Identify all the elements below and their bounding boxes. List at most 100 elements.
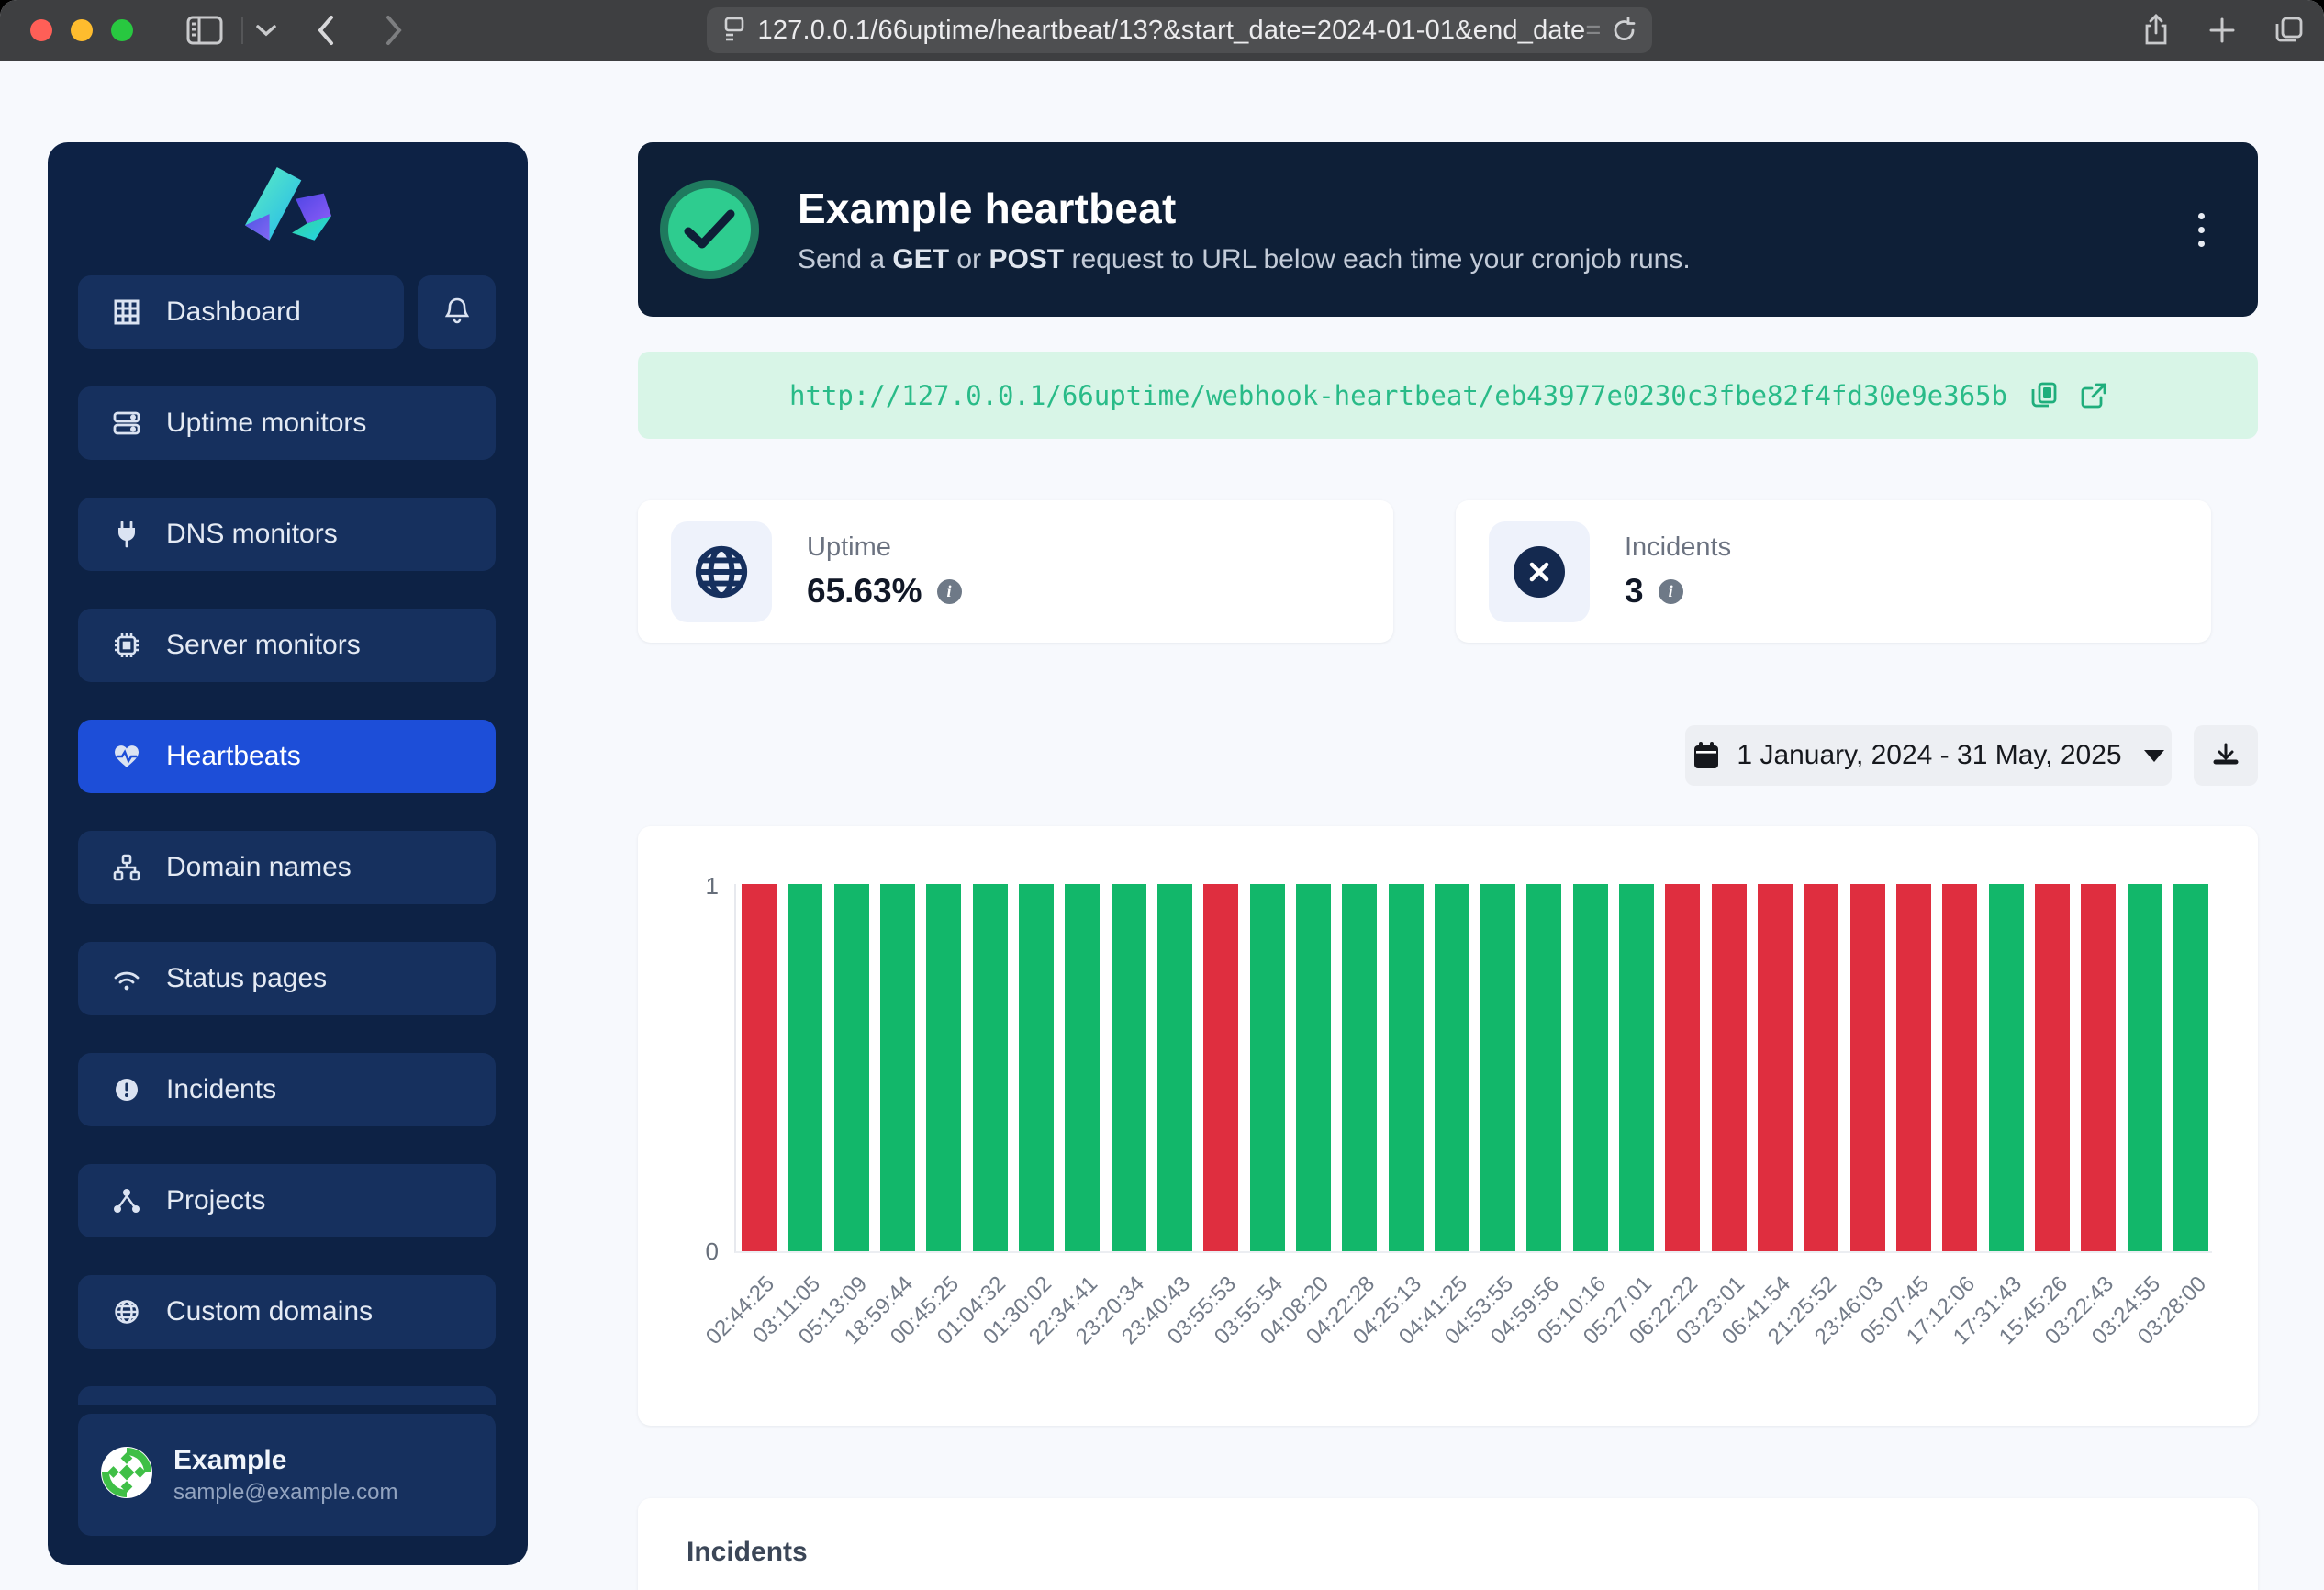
chart-bar-down[interactable] [2035,884,2070,1251]
tab-overview-icon[interactable] [2274,16,2304,45]
page-title: Example heartbeat [798,184,2181,233]
info-icon[interactable]: i [937,579,962,604]
sitemap-icon [111,854,142,881]
sidebar-item-heartbeats[interactable]: Heartbeats [78,720,496,793]
chart-bar-up[interactable] [1019,884,1054,1251]
uptime-value: 65.63% [807,572,922,610]
info-icon[interactable]: i [1659,579,1683,604]
sidebar-item-label: Status pages [166,963,327,994]
globe-icon [111,1299,142,1325]
browser-window: 127.0.0.1/66uptime/heartbeat/13?&start_d… [0,0,2324,1590]
page-subtitle: Send a GET or POST request to URL below … [798,244,2181,275]
chart-bar-up[interactable] [1389,884,1424,1251]
chart-bar-up[interactable] [2128,884,2162,1251]
sidebar-item-server-monitors[interactable]: Server monitors [78,609,496,682]
chart-bar-up[interactable] [1526,884,1561,1251]
sidebar-item-dashboard[interactable]: Dashboard [78,275,404,349]
chart-bar-up[interactable] [1989,884,2024,1251]
exclamation-circle-icon [111,1077,142,1103]
sidebar-item-label: DNS monitors [166,519,338,550]
sidebar-item-label: Incidents [166,1074,276,1105]
globe-icon [671,521,772,622]
app-logo[interactable] [48,142,528,248]
sidebar-item-custom-domains[interactable]: Custom domains [78,1275,496,1349]
browser-toolbar: 127.0.0.1/66uptime/heartbeat/13?&start_d… [0,0,2324,61]
chart-bar-down[interactable] [2081,884,2116,1251]
new-tab-icon[interactable] [2208,17,2236,44]
url-faded-tail: = [1585,16,1601,45]
y-axis-tick-max: 1 [682,872,719,901]
chart-bar-up[interactable] [1619,884,1654,1251]
reload-icon[interactable] [1612,17,1637,44]
chart-bar-up[interactable] [788,884,822,1251]
close-window-button[interactable] [30,19,52,41]
chart-bar-up[interactable] [1065,884,1100,1251]
chevron-down-icon[interactable] [256,24,276,37]
chart-bar-down[interactable] [1850,884,1885,1251]
address-bar[interactable]: 127.0.0.1/66uptime/heartbeat/13?&start_d… [707,7,1652,53]
chart-bar-up[interactable] [1435,884,1469,1251]
chart-bar-up[interactable] [1573,884,1608,1251]
chart-bar-down[interactable] [1665,884,1700,1251]
chart-bar-up[interactable] [973,884,1008,1251]
incidents-stat-card: Incidents 3 i [1456,500,2211,643]
forward-button[interactable] [385,15,403,46]
caret-down-icon [2144,750,2164,762]
user-name: Example [173,1445,397,1476]
download-icon [2212,742,2240,769]
chart-bar-down[interactable] [1712,884,1747,1251]
notifications-button[interactable] [418,275,496,349]
sidebar-item-clipped[interactable] [78,1386,496,1405]
sidebar-item-uptime-monitors[interactable]: Uptime monitors [78,386,496,460]
page-settings-icon[interactable] [721,17,747,44]
url-text: 127.0.0.1/66uptime/heartbeat/13?&start_d… [747,16,1612,46]
x-axis-labels: 02:44:2503:11:0505:13:0918:59:4400:45:25… [734,1271,2212,1418]
chart-bar-up[interactable] [880,884,915,1251]
heartbeat-history-chart: 1 0 02:44:2503:11:0505:13:0918:59:4400:4… [638,826,2258,1426]
chart-bar-down[interactable] [1203,884,1238,1251]
chart-bar-down[interactable] [1804,884,1838,1251]
chart-bar-down[interactable] [1758,884,1793,1251]
signal-icon [111,967,142,991]
sidebar-item-label: Heartbeats [166,741,301,772]
user-profile-card[interactable]: Example sample@example.com [78,1414,496,1536]
check-circle-icon [660,180,759,279]
user-email: sample@example.com [173,1480,397,1506]
chart-bar-up[interactable] [2173,884,2208,1251]
chart-bar-down[interactable] [1896,884,1931,1251]
external-link-icon[interactable] [2081,383,2106,409]
chart-bar-up[interactable] [1480,884,1515,1251]
back-button[interactable] [317,15,335,46]
calendar-icon [1693,741,1720,770]
nodes-icon [111,1188,142,1214]
chart-bar-up[interactable] [1250,884,1285,1251]
date-range-picker[interactable]: 1 January, 2024 - 31 May, 2025 [1685,725,2172,786]
chart-bar-up[interactable] [834,884,869,1251]
chart-bar-up[interactable] [1296,884,1331,1251]
plug-icon [111,521,142,548]
chart-bar-down[interactable] [742,884,777,1251]
chart-bar-down[interactable] [1942,884,1977,1251]
options-menu-button[interactable] [2181,197,2221,262]
chart-bar-up[interactable] [926,884,961,1251]
stat-label: Incidents [1625,532,1731,563]
window-controls [30,19,133,41]
sidebar-item-label: Domain names [166,852,352,883]
heartbeat-header-card: Example heartbeat Send a GET or POST req… [638,142,2258,317]
chart-bar-up[interactable] [1112,884,1146,1251]
download-button[interactable] [2194,725,2258,786]
sidebar-item-status-pages[interactable]: Status pages [78,942,496,1015]
sidebar-item-projects[interactable]: Projects [78,1164,496,1237]
incidents-count: 3 [1625,572,1644,610]
chart-bar-up[interactable] [1342,884,1377,1251]
zoom-window-button[interactable] [111,19,133,41]
webhook-url-link[interactable]: http://127.0.0.1/66uptime/webhook-heartb… [789,380,2007,411]
sidebar-item-dns-monitors[interactable]: DNS monitors [78,498,496,571]
sidebar-item-incidents[interactable]: Incidents [78,1053,496,1126]
sidebar-toggle-icon[interactable] [186,16,223,45]
share-icon[interactable] [2142,14,2170,47]
copy-icon[interactable] [2031,382,2057,409]
sidebar-item-domain-names[interactable]: Domain names [78,831,496,904]
minimize-window-button[interactable] [71,19,93,41]
chart-bar-up[interactable] [1157,884,1192,1251]
